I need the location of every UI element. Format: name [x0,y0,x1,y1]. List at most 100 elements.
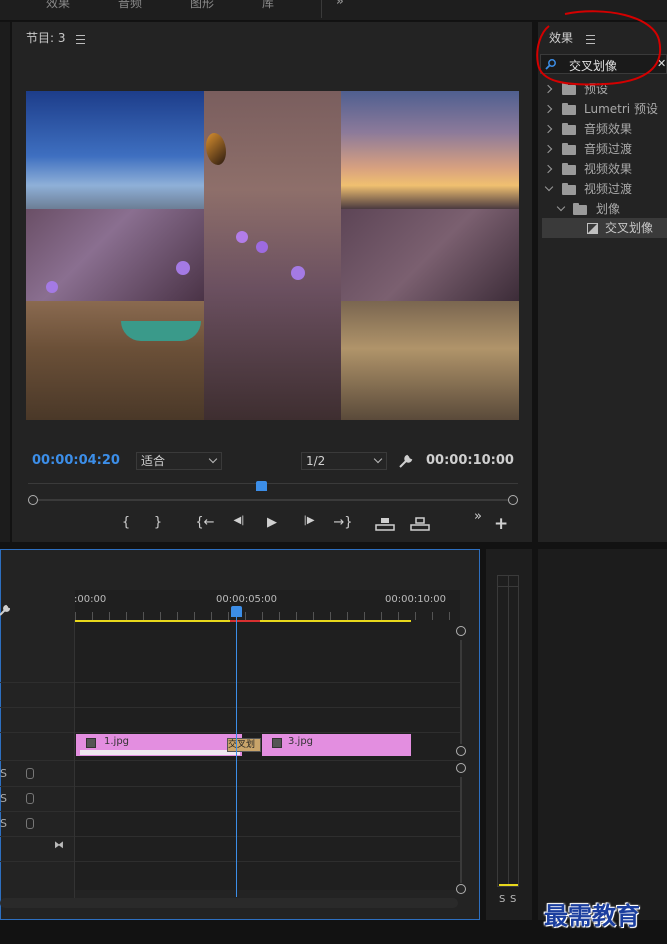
track-divider [0,682,460,683]
step-back-button[interactable]: ◀| [228,515,250,526]
chevron-down-icon [544,182,554,192]
flower-dot [256,241,268,253]
folder-icon [562,103,576,115]
track-header-divider [74,620,75,898]
track-divider [0,811,460,812]
boat-shape [121,321,201,341]
mark-in-button[interactable]: { [117,515,135,530]
watermark-text: 最需教育 [544,901,640,930]
fit-dropdown-value: 适合 [141,454,166,468]
clip-label: 3.jpg [288,736,314,747]
mic-icon[interactable] [26,818,34,829]
folder-icon [562,163,576,175]
clip-3[interactable]: 3.jpg [262,734,411,756]
master-bowtie-icon[interactable]: ⧓ [54,840,64,851]
chevron-down-icon [208,454,218,464]
audio-track-solo[interactable]: S [0,767,7,780]
chevron-right-icon [543,104,553,114]
tab-overflow-icon[interactable]: » [336,0,344,8]
tree-item-video-effects[interactable]: 视频效果 [542,159,667,179]
tree-item-audio-effects[interactable]: 音频效果 [542,119,667,139]
audio-vscroll-handle-top[interactable] [456,763,466,773]
tab-graphics[interactable]: 图形 [190,0,214,11]
add-button-icon[interactable]: + [494,514,508,534]
preview-tile-water [341,301,519,420]
transition-block[interactable]: 交叉划 [227,738,261,752]
monitor-zoom-bar[interactable] [33,499,513,501]
mic-icon[interactable] [26,793,34,804]
controls-overflow-icon[interactable]: » [474,509,482,524]
step-forward-button[interactable]: |▶ [298,515,320,526]
folder-icon [573,203,587,215]
play-button[interactable]: ▶ [263,515,281,530]
tree-item-video-transitions[interactable]: 视频过渡 [542,179,667,199]
resolution-dropdown-value: 1/2 [306,454,326,468]
track-divider [0,861,460,862]
preview-tile-sky [26,91,204,209]
zoom-handle-left[interactable] [28,495,38,505]
mark-out-button[interactable]: } [149,515,167,530]
chevron-right-icon [543,164,553,174]
ruler-start-time: :00:00 [74,594,107,605]
render-bar [230,620,260,622]
meter-solo-left[interactable]: S [499,894,505,905]
preview-tile-boat [26,301,204,420]
preview-tile-sunset [341,91,519,209]
meter-solo-right[interactable]: S [510,894,516,905]
image-clip-icon [272,738,282,748]
lift-icon[interactable] [375,517,395,531]
timeline-hscroll[interactable] [0,898,458,908]
monitor-menu-icon[interactable] [76,33,85,47]
transition-icon [587,223,598,234]
tree-item-lumetri-presets[interactable]: Lumetri 预设 [542,99,667,119]
timeline-playhead-line [236,617,237,897]
mic-icon[interactable] [26,768,34,779]
monitor-title[interactable]: 节目: 3 [26,29,66,46]
goto-out-button[interactable]: →} [331,515,355,530]
wrench-icon[interactable] [398,453,414,469]
goto-in-button[interactable]: {← [193,515,217,530]
tab-audio[interactable]: 音频 [118,0,142,11]
clip-label: 1.jpg [104,736,130,747]
monitor-ruler[interactable] [28,483,518,492]
audio-meter [497,575,519,887]
resolution-dropdown[interactable]: 1/2 [301,452,387,470]
tab-library[interactable]: 库 [262,0,274,11]
flower-dot [291,266,305,280]
tab-effects[interactable]: 效果 [46,0,70,11]
tree-item-iris[interactable]: 划像 [542,199,667,219]
image-clip-icon [86,738,96,748]
audio-vscroll-handle-bottom[interactable] [456,884,466,894]
extract-icon[interactable] [410,517,430,531]
zoom-handle-right[interactable] [508,495,518,505]
flower-dot [176,261,190,275]
flower-dot [236,231,248,243]
tree-item-audio-transitions[interactable]: 音频过渡 [542,139,667,159]
audio-vscroll-track[interactable] [460,777,462,883]
ruler-end-time: 00:00:10:00 [385,594,447,605]
folder-icon [562,183,576,195]
timeline-vscroll-track[interactable] [460,640,462,744]
timeline-ruler-ticks[interactable] [75,612,460,620]
preview-tile-flowers-right [341,209,519,301]
fit-dropdown[interactable]: 适合 [136,452,222,470]
track-divider [0,760,460,761]
left-panel-edge [0,22,10,542]
audio-track-solo[interactable]: S [0,817,7,830]
audio-track-solo[interactable]: S [0,792,7,805]
right-empty-panel [538,549,667,920]
timeline-playhead-handle[interactable] [231,606,242,617]
track-divider [0,707,460,708]
timeline-wrench-icon[interactable] [0,603,11,617]
timeline-vscroll-handle-top[interactable] [456,626,466,636]
track-divider [0,786,460,787]
tree-item-cross-iris[interactable]: 交叉划像 [542,218,667,238]
monitor-playhead[interactable] [255,481,267,491]
video-preview[interactable] [26,91,519,420]
tree-item-label: Lumetri 预设 [584,102,658,116]
ruler-mid-time: 00:00:05:00 [216,594,278,605]
timeline-vscroll-handle-bottom[interactable] [456,746,466,756]
chevron-right-icon [543,124,553,134]
chevron-down-icon [373,454,383,464]
current-timecode[interactable]: 00:00:04:20 [32,453,120,468]
